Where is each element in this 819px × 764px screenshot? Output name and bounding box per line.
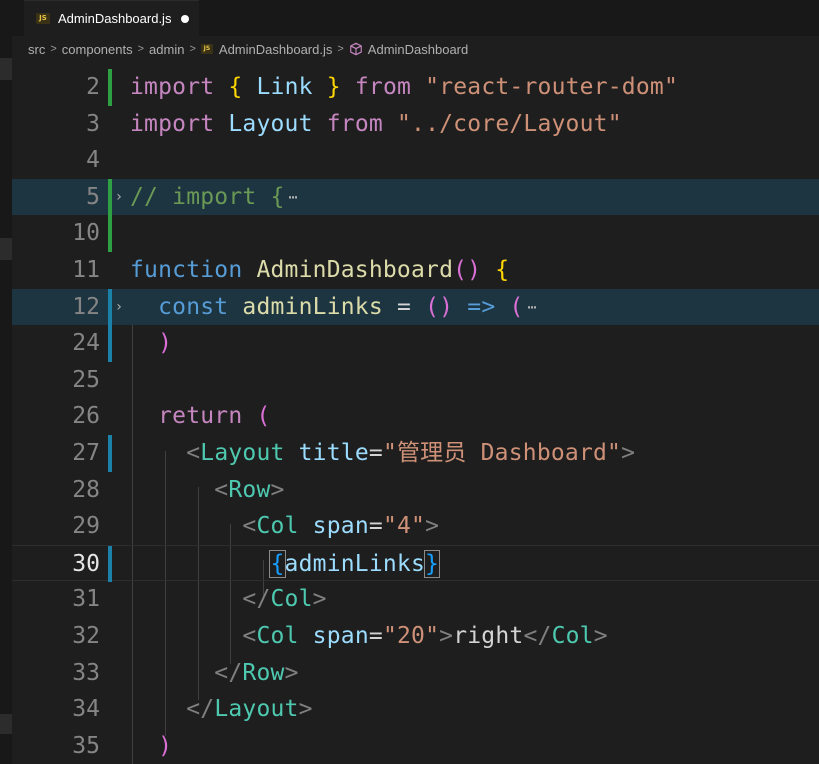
fold-chevron-icon[interactable]: › — [112, 289, 126, 326]
activity-bar-item[interactable] — [0, 238, 12, 260]
code-line[interactable]: 29 <Col span="4"> — [12, 508, 819, 545]
line-number: 12 — [72, 293, 100, 320]
git-modified-marker — [108, 545, 112, 583]
line-number: 24 — [72, 330, 100, 357]
code-text: ) — [158, 732, 173, 759]
code-text: <Row> — [214, 476, 285, 503]
tab-admindashboard[interactable]: JS AdminDashboard.js — [24, 0, 200, 36]
code-text: // import {⋯ — [130, 179, 298, 216]
line-number: 27 — [72, 440, 100, 466]
code-text: return ( — [158, 403, 271, 430]
chevron-right-icon: > — [189, 43, 196, 55]
code-line-folded[interactable]: 5 › // import {⋯ — [12, 178, 819, 216]
code-text: <Col span="4"> — [242, 513, 440, 540]
tab-bar: JS AdminDashboard.js — [12, 0, 819, 36]
line-number: 31 — [72, 586, 100, 613]
folded-ellipsis[interactable]: ⋯ — [289, 179, 298, 216]
line-number: 26 — [72, 403, 100, 430]
line-number: 29 — [72, 513, 100, 540]
line-number: 25 — [72, 366, 100, 393]
code-text: <Col span="20">right</Col> — [242, 623, 608, 649]
line-number: 11 — [72, 257, 100, 283]
code-line[interactable]: 3 import Layout from "../core/Layout" — [12, 106, 819, 143]
unsaved-dot-icon[interactable] — [181, 14, 190, 23]
breadcrumb-item-file[interactable]: AdminDashboard.js — [219, 42, 332, 57]
breadcrumb: src > components > admin > JS AdminDashb… — [12, 36, 819, 62]
chevron-right-icon: > — [137, 43, 145, 55]
code-text: import Layout from "../core/Layout" — [130, 110, 622, 137]
js-file-icon: JS — [36, 13, 50, 24]
chevron-right-icon: > — [50, 43, 57, 55]
js-file-icon: JS — [200, 44, 213, 54]
tab-title: AdminDashboard.js — [58, 11, 172, 26]
code-line[interactable]: 33 </Row> — [12, 655, 819, 692]
code-line[interactable]: 28 <Row> — [12, 472, 819, 509]
code-line-folded[interactable]: 12 › const adminLinks = () => (⋯ — [12, 288, 819, 326]
breadcrumb-item-src[interactable]: src — [28, 42, 45, 57]
code-line[interactable]: 34 </Layout> — [12, 691, 819, 728]
code-text: function AdminDashboard() { — [130, 257, 510, 283]
git-added-marker — [108, 215, 112, 252]
code-text: import { Link } from "react-router-dom" — [130, 74, 678, 100]
chevron-right-icon: > — [337, 43, 344, 55]
code-line[interactable]: 25 — [12, 362, 819, 399]
code-text: {adminLinks} — [269, 549, 441, 578]
activity-bar — [0, 0, 12, 764]
code-line[interactable]: 26 return ( — [12, 398, 819, 435]
git-modified-marker — [108, 435, 112, 472]
code-line[interactable]: 31 </Col> — [12, 581, 819, 618]
line-number-active: 30 — [72, 550, 100, 577]
line-number: 35 — [72, 732, 100, 759]
breadcrumb-item-symbol[interactable]: AdminDashboard — [368, 42, 468, 57]
code-line[interactable]: 10 — [12, 215, 819, 252]
code-line[interactable]: 4 — [12, 142, 819, 179]
code-line[interactable]: 35 ) — [12, 728, 819, 764]
editor-window: JS AdminDashboard.js src > components > … — [0, 0, 819, 764]
line-number: 28 — [72, 476, 100, 503]
git-added-marker — [108, 69, 112, 106]
code-text: ) — [158, 330, 173, 357]
activity-bar-item[interactable] — [0, 58, 12, 80]
breadcrumb-item-components[interactable]: components — [62, 42, 133, 57]
line-number: 4 — [86, 147, 100, 174]
line-number: 32 — [72, 623, 100, 649]
line-number: 34 — [72, 696, 100, 723]
line-number: 33 — [72, 659, 100, 686]
line-number: 10 — [72, 220, 100, 247]
code-editor[interactable]: 2 import { Link } from "react-router-dom… — [12, 62, 819, 764]
code-line[interactable]: 27 <Layout title="管理员 Dashboard"> — [12, 435, 819, 472]
code-text: </Row> — [214, 659, 299, 686]
folded-ellipsis[interactable]: ⋯ — [528, 289, 537, 326]
line-number: 2 — [86, 74, 100, 100]
code-line[interactable]: 32 <Col span="20">right</Col> — [12, 618, 819, 655]
fold-chevron-icon[interactable]: › — [112, 179, 126, 216]
code-text: </Layout> — [186, 696, 313, 723]
line-number: 5 — [86, 183, 100, 210]
code-line-active[interactable]: 30 {adminLinks} — [12, 544, 819, 583]
cube-symbol-icon — [349, 42, 362, 56]
code-line[interactable]: 11 function AdminDashboard() { — [12, 252, 819, 289]
git-modified-marker — [108, 325, 112, 362]
activity-bar-item[interactable] — [0, 714, 12, 734]
code-text: </Col> — [242, 586, 327, 613]
breadcrumb-item-admin[interactable]: admin — [149, 42, 184, 57]
code-line[interactable]: 24 ) — [12, 325, 819, 362]
code-line[interactable]: 2 import { Link } from "react-router-dom… — [12, 69, 819, 106]
line-number: 3 — [86, 110, 100, 137]
code-text: const adminLinks = () => (⋯ — [130, 289, 537, 326]
code-text: <Layout title="管理员 Dashboard"> — [186, 440, 636, 466]
